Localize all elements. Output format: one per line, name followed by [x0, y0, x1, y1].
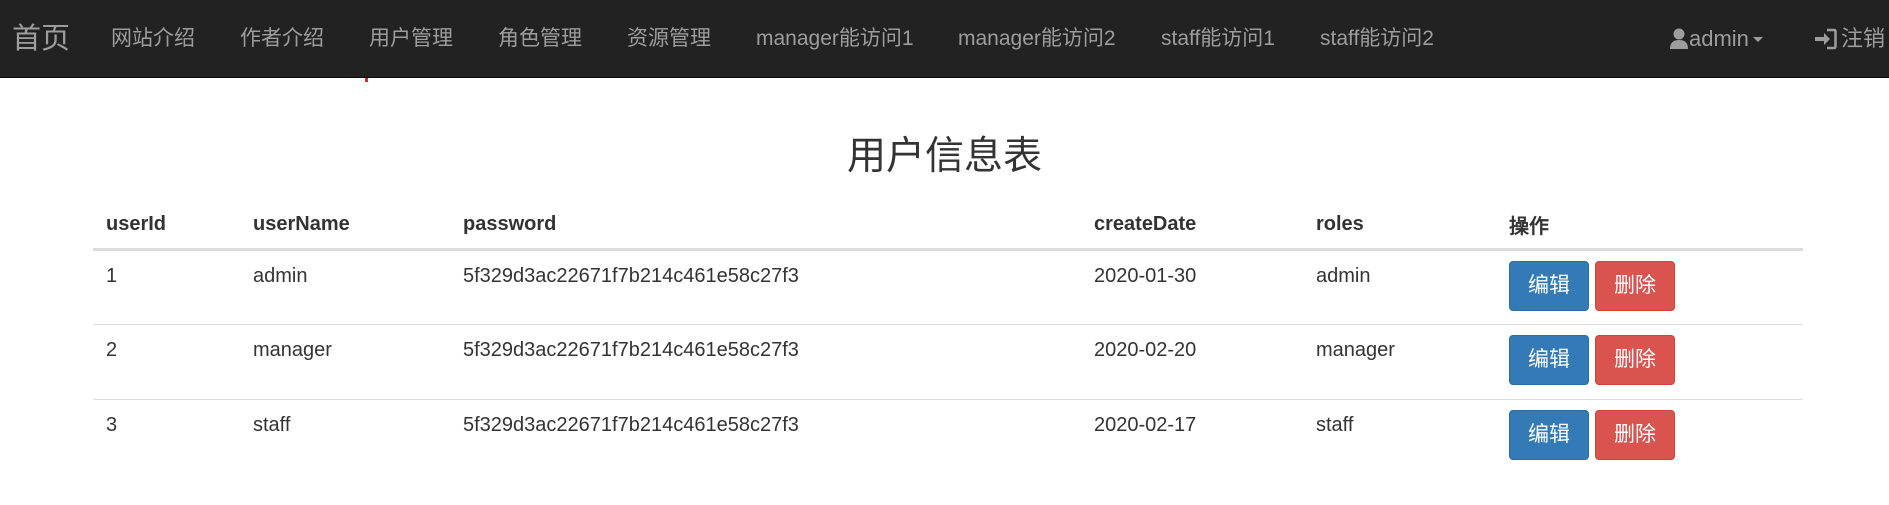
edit-button[interactable]: 编辑	[1509, 335, 1589, 385]
nav-item-user-management[interactable]: 用户管理	[369, 26, 453, 52]
user-icon	[1670, 28, 1688, 49]
nav-item-resource-management[interactable]: 资源管理	[627, 26, 711, 52]
user-dropdown[interactable]: admin	[1669, 26, 1763, 52]
header-password: password	[450, 200, 1081, 251]
brand-home-link[interactable]: 首页	[12, 22, 70, 56]
nav-item-author-intro[interactable]: 作者介绍	[240, 26, 324, 52]
cell-userid: 3	[93, 399, 240, 475]
nav-item-manager-access-1[interactable]: manager能访问1	[756, 26, 914, 52]
delete-button[interactable]: 删除	[1595, 410, 1675, 460]
cell-actions: 编辑 删除	[1496, 324, 1803, 400]
cell-password: 5f329d3ac22671f7b214c461e58c27f3	[450, 399, 1081, 475]
nav-item-staff-access-1[interactable]: staff能访问1	[1161, 26, 1275, 52]
delete-button[interactable]: 删除	[1595, 335, 1675, 385]
cell-username: staff	[240, 399, 450, 475]
cell-username: admin	[253, 265, 308, 287]
table-row: 1 admin 5f329d3ac22671f7b214c461e58c27f3…	[93, 250, 1803, 325]
cell-roles: admin	[1316, 265, 1371, 287]
nav-item-manager-access-2[interactable]: manager能访问2	[958, 26, 1116, 52]
user-table-container: userId userName password createDate role…	[93, 200, 1803, 475]
nav-item-staff-access-2[interactable]: staff能访问2	[1320, 26, 1434, 52]
nav-item-site-intro[interactable]: 网站介绍	[111, 26, 195, 52]
header-createdate: createDate	[1081, 200, 1303, 251]
cell-roles: manager	[1303, 324, 1496, 400]
logout-label: 注销	[1841, 26, 1886, 51]
user-table: userId userName password createDate role…	[93, 200, 1803, 475]
table-header-row: userId userName password createDate role…	[93, 200, 1803, 251]
table-row: 3 staff 5f329d3ac22671f7b214c461e58c27f3…	[93, 399, 1803, 475]
user-name-label: admin	[1689, 26, 1749, 51]
nav-item-role-management[interactable]: 角色管理	[498, 26, 582, 52]
edit-button[interactable]: 编辑	[1509, 410, 1589, 460]
log-in-icon	[1815, 28, 1837, 50]
top-navbar: 首页 网站介绍 作者介绍 用户管理 角色管理 资源管理 manager能访问1 …	[0, 0, 1889, 78]
cell-password: 5f329d3ac22671f7b214c461e58c27f3	[463, 265, 799, 287]
cell-actions: 编辑 删除	[1496, 250, 1803, 325]
header-actions: 操作	[1496, 200, 1803, 251]
cell-password: 5f329d3ac22671f7b214c461e58c27f3	[450, 324, 1081, 400]
cell-username: manager	[240, 324, 450, 400]
cell-userid: 2	[93, 324, 240, 400]
caret-down-icon	[1752, 36, 1763, 42]
cell-userid: 1	[106, 265, 118, 287]
header-username: userName	[240, 200, 450, 251]
delete-button[interactable]: 删除	[1595, 261, 1675, 311]
cell-actions: 编辑 删除	[1496, 399, 1803, 475]
cell-createdate: 2020-02-20	[1081, 324, 1303, 400]
cell-createdate: 2020-01-30	[1094, 265, 1197, 287]
cell-createdate: 2020-02-17	[1081, 399, 1303, 475]
cell-roles: staff	[1303, 399, 1496, 475]
table-row: 2 manager 5f329d3ac22671f7b214c461e58c27…	[93, 324, 1803, 400]
header-roles: roles	[1303, 200, 1496, 251]
logout-link[interactable]: 注销	[1813, 26, 1885, 52]
header-userid: userId	[93, 200, 240, 251]
edit-button[interactable]: 编辑	[1509, 261, 1589, 311]
page-title: 用户信息表	[846, 135, 1042, 178]
active-indicator	[365, 78, 368, 82]
